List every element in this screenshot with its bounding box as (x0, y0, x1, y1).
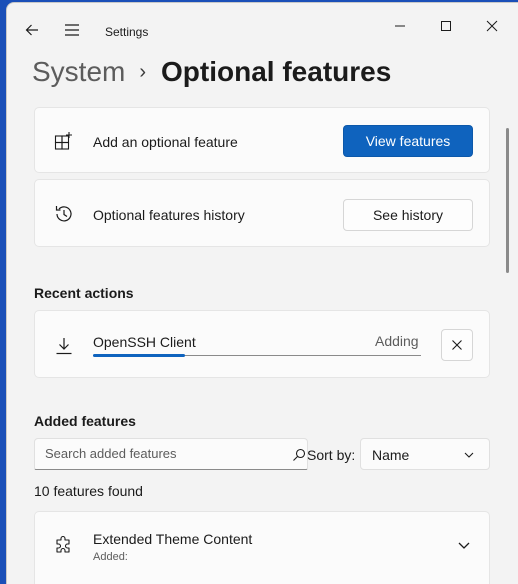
add-feature-label: Add an optional feature (93, 134, 238, 150)
scrollbar-thumb[interactable] (506, 128, 509, 273)
added-features-heading: Added features (34, 413, 136, 429)
minimize-icon (395, 25, 405, 27)
add-apps-icon (52, 129, 76, 153)
maximize-icon (441, 21, 451, 31)
see-history-button[interactable]: See history (343, 199, 473, 231)
search-added-features-field[interactable] (34, 438, 308, 470)
puzzle-icon (52, 534, 76, 558)
search-icon (293, 448, 306, 461)
cancel-action-button[interactable] (441, 329, 473, 361)
close-window-button[interactable] (469, 7, 515, 45)
chevron-down-icon[interactable] (457, 538, 471, 552)
features-count: 10 features found (34, 483, 143, 499)
close-icon (452, 340, 462, 350)
sort-by-value: Name (372, 447, 410, 463)
feature-item[interactable]: Extended Theme Content Added: (34, 511, 490, 584)
download-icon (52, 334, 76, 358)
breadcrumb-chevron-icon: › (139, 60, 147, 83)
history-card: Optional features history See history (34, 179, 490, 247)
breadcrumb-system-link[interactable]: System (32, 56, 125, 88)
back-button[interactable] (19, 17, 45, 43)
sort-by-label: Sort by: (307, 447, 356, 463)
recent-action-name: OpenSSH Client (93, 334, 196, 350)
progress-bar (93, 354, 421, 357)
navigation-menu-button[interactable] (59, 17, 85, 43)
settings-window: Settings System › Optional features Add … (6, 2, 518, 584)
chevron-down-icon (464, 452, 474, 458)
add-feature-card: Add an optional feature View features (34, 107, 490, 173)
minimize-button[interactable] (377, 7, 423, 45)
history-icon (52, 202, 76, 226)
history-label: Optional features history (93, 207, 245, 223)
maximize-button[interactable] (423, 7, 469, 45)
page-title: Optional features (161, 56, 392, 87)
search-input[interactable] (45, 446, 285, 461)
progress-bar-fill (93, 354, 185, 357)
recent-actions-heading: Recent actions (34, 285, 134, 301)
view-features-button[interactable]: View features (343, 125, 473, 157)
back-arrow-icon (25, 24, 38, 36)
breadcrumb: System › Optional features (32, 56, 391, 88)
feature-added-date: Added: (93, 551, 128, 563)
recent-action-card: OpenSSH Client Adding (34, 310, 490, 378)
recent-action-status: Adding (375, 333, 419, 349)
feature-name: Extended Theme Content (93, 531, 253, 547)
title-bar: Settings (7, 3, 518, 47)
app-title: Settings (105, 25, 149, 39)
close-icon (486, 20, 498, 32)
sort-by-dropdown[interactable]: Name (360, 438, 490, 470)
hamburger-icon (65, 24, 79, 36)
